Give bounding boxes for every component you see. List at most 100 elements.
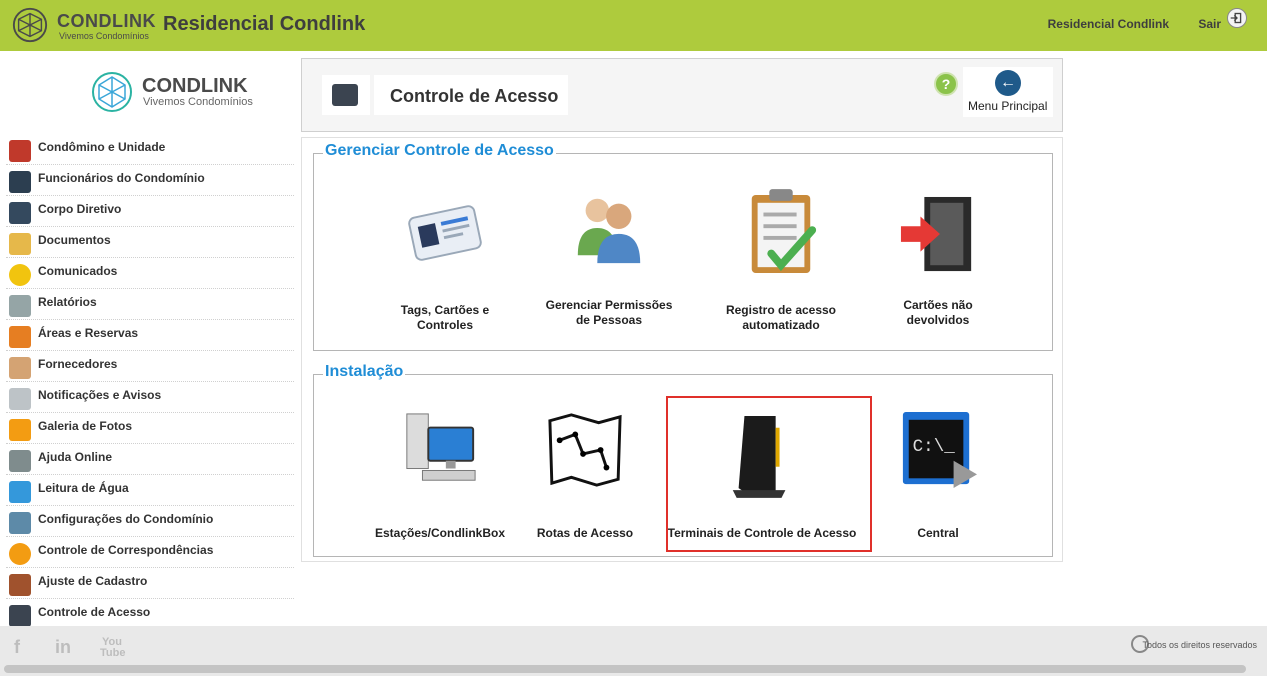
page-title-bar: Controle de Acesso ? ← Menu Principal <box>301 58 1063 132</box>
top-header: CONDLINK Vivemos Condomínios Residencial… <box>0 0 1267 51</box>
sidebar-brand: CONDLINK <box>142 75 248 97</box>
tile-label-line: Gerenciar Permissões <box>545 298 673 312</box>
exit-door-icon <box>900 196 972 272</box>
announcement-icon <box>9 264 31 286</box>
tile-tags-cartoes[interactable]: Tags, Cartões e Controles <box>370 184 520 334</box>
main-content: Gerenciar Controle de Acesso Tags, Cartõ… <box>301 137 1063 562</box>
access-control-icon <box>9 605 31 627</box>
settings-building-icon <box>9 512 31 534</box>
sidebar-item-label: Comunicados <box>38 264 118 278</box>
sidebar-item-relatorios[interactable]: Relatórios <box>6 289 294 320</box>
id-card-icon <box>408 205 482 261</box>
facebook-icon[interactable]: f <box>14 637 20 658</box>
header-brand: CONDLINK <box>57 11 156 31</box>
calendar-icon <box>9 326 31 348</box>
tile-label-line: Registro de acesso <box>725 303 837 317</box>
sidebar-item-areas-reservas[interactable]: Áreas e Reservas <box>6 320 294 351</box>
sidebar-item-label: Relatórios <box>38 295 97 309</box>
copyright-text: Todos os direitos reservados <box>1142 640 1257 650</box>
tile-estacoes[interactable]: Estações/CondlinkBox <box>365 397 515 547</box>
sidebar-item-label: Controle de Acesso <box>38 605 151 619</box>
sidebar-item-comunicados[interactable]: Comunicados <box>6 258 294 289</box>
tile-label: Rotas de Acesso <box>536 526 634 540</box>
access-control-icon <box>332 84 358 106</box>
handshake-icon <box>9 357 31 379</box>
sidebar-item-fornecedores[interactable]: Fornecedores <box>6 351 294 382</box>
tile-label: Estações/CondlinkBox <box>374 526 506 540</box>
water-tap-icon <box>9 481 31 503</box>
main-menu-label: Menu Principal <box>968 99 1048 113</box>
sidebar-item-label: Controle de Correspondências <box>38 543 214 557</box>
tile-label: Registro de acesso automatizado <box>706 303 856 333</box>
header-title: Residencial Condlink <box>163 13 366 35</box>
section-title-instalacao: Instalação <box>323 363 406 381</box>
sidebar-item-label: Funcionários do Condomínio <box>38 171 205 185</box>
sidebar-item-corpo-diretivo[interactable]: Corpo Diretivo <box>6 196 294 227</box>
sidebar-item-notificacoes[interactable]: Notificações e Avisos <box>6 382 294 413</box>
condlink-logo-icon[interactable] <box>11 6 49 44</box>
section-gerenciar: Gerenciar Controle de Acesso Tags, Cartõ… <box>313 142 1053 351</box>
sidebar-item-label: Documentos <box>38 233 111 247</box>
people-icon <box>577 198 641 264</box>
tile-label-line: Cartões não <box>903 298 973 312</box>
tile-label-line: automatizado <box>742 318 820 332</box>
photo-gallery-icon <box>9 419 31 441</box>
back-arrow-icon: ← <box>995 70 1021 96</box>
tile-label: Central <box>917 526 959 540</box>
sidebar-item-funcionarios[interactable]: Funcionários do Condomínio <box>6 165 294 196</box>
condominium-name-link[interactable]: Residencial Condlink <box>1048 17 1169 31</box>
tile-cartoes-nao-devolvidos[interactable]: Cartões não devolvidos <box>863 184 1013 334</box>
help-icon[interactable]: ? <box>934 72 958 96</box>
footer: f in You Tube Todos os direitos reservad… <box>0 626 1267 676</box>
sidebar-item-correspondencias[interactable]: Controle de Correspondências <box>6 537 294 568</box>
sidebar-item-documentos[interactable]: Documentos <box>6 227 294 258</box>
tile-label: Tags, Cartões e Controles <box>370 303 520 333</box>
sidebar-item-label: Condômino e Unidade <box>38 140 166 154</box>
page-icon-box <box>322 75 370 115</box>
horizontal-scrollbar[interactable] <box>4 665 1246 673</box>
page-title-box: Controle de Acesso <box>374 75 568 115</box>
condomino-icon <box>9 140 31 162</box>
tile-label-line: Tags, Cartões e <box>400 303 490 317</box>
section-title-gerenciar: Gerenciar Controle de Acesso <box>323 142 556 160</box>
tile-label-line: Controles <box>416 318 473 332</box>
sidebar-item-condomino[interactable]: Condômino e Unidade <box>6 134 294 165</box>
employees-icon <box>9 171 31 193</box>
svg-text:C:\_: C:\_ <box>913 437 956 457</box>
workstation-icon <box>406 413 476 481</box>
folder-edit-icon <box>9 574 31 596</box>
notification-icon <box>9 388 31 410</box>
logout-link[interactable]: Sair <box>1198 17 1221 31</box>
main-menu-button[interactable]: ← Menu Principal <box>963 67 1053 117</box>
sidebar-item-leitura-agua[interactable]: Leitura de Água <box>6 475 294 506</box>
mail-icon <box>9 543 31 565</box>
sidebar-item-galeria[interactable]: Galeria de Fotos <box>6 413 294 444</box>
selection-highlight <box>666 396 872 552</box>
map-icon <box>548 413 622 487</box>
tile-registro-acesso[interactable]: Registro de acesso automatizado <box>706 184 856 334</box>
tile-rotas[interactable]: Rotas de Acesso <box>510 397 660 547</box>
reports-icon <box>9 295 31 317</box>
tile-label: Cartões não devolvidos <box>863 298 1013 328</box>
clipboard-check-icon <box>751 189 817 273</box>
console-icon: C:\_ <box>902 412 977 489</box>
page-title: Controle de Acesso <box>390 86 559 106</box>
tile-label: Gerenciar Permissões de Pessoas <box>534 298 684 328</box>
help-people-icon <box>9 450 31 472</box>
sidebar-item-ajuste-cadastro[interactable]: Ajuste de Cadastro <box>6 568 294 599</box>
logout-icon[interactable] <box>1227 8 1247 28</box>
sidebar: CONDLINK Vivemos Condomínios Condômino e… <box>0 51 296 627</box>
linkedin-icon[interactable]: in <box>55 637 71 658</box>
tile-label-line: devolvidos <box>906 313 970 327</box>
sidebar-item-configuracoes[interactable]: Configurações do Condomínio <box>6 506 294 537</box>
sidebar-item-ajuda[interactable]: Ajuda Online <box>6 444 294 475</box>
sidebar-item-label: Notificações e Avisos <box>38 388 162 402</box>
sidebar-tagline: Vivemos Condomínios <box>143 96 253 108</box>
youtube-icon[interactable]: You Tube <box>100 637 125 659</box>
tile-label-line: de Pessoas <box>575 313 643 327</box>
tile-central[interactable]: C:\_ Central <box>863 397 1013 547</box>
sidebar-item-label: Leitura de Água <box>38 481 129 495</box>
sidebar-item-label: Configurações do Condomínio <box>38 512 214 526</box>
sidebar-item-label: Fornecedores <box>38 357 118 371</box>
tile-permissoes[interactable]: Gerenciar Permissões de Pessoas <box>534 184 684 334</box>
